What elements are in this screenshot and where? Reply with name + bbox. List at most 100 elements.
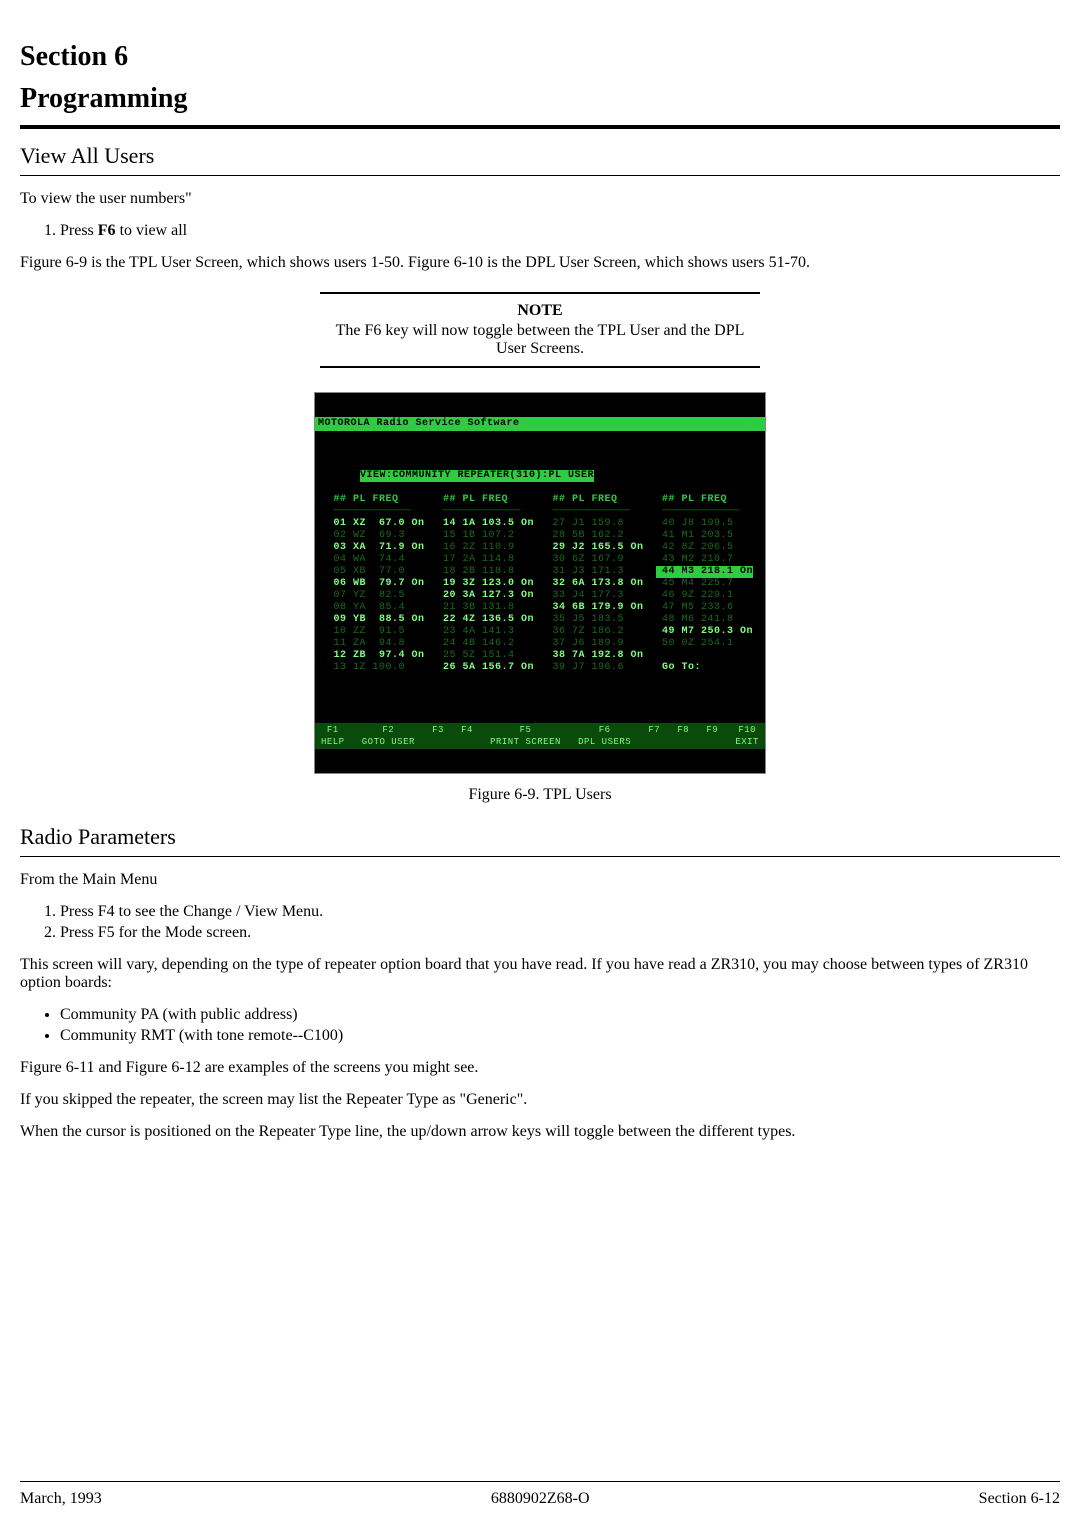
terminal-row: 13 1Z 100.0 xyxy=(327,662,425,674)
terminal-row: 17 2A 114.8 xyxy=(436,554,534,566)
terminal-row: 24 4B 146.2 xyxy=(436,638,534,650)
terminal-row: 03 XA 71.9 On xyxy=(327,542,425,554)
terminal-column: ## PL FREQ ──────────── 27 J1 159.8 28 5… xyxy=(540,494,650,674)
section-title-line2: Programming xyxy=(20,82,1060,116)
terminal-col-header: ## PL FREQ xyxy=(436,494,534,506)
terminal-row: 47 M5 233.6 xyxy=(656,602,754,614)
terminal-col-header: ## PL FREQ xyxy=(546,494,644,506)
terminal-row: 29 J2 165.5 On xyxy=(546,542,644,554)
footer-right: Section 6-12 xyxy=(979,1490,1060,1508)
func-key-f8: F8 xyxy=(677,724,689,748)
terminal-row: 11 ZA 94.8 xyxy=(327,638,425,650)
terminal-row: 49 M7 250.3 On xyxy=(656,626,754,638)
radio-para1: This screen will vary, depending on the … xyxy=(20,956,1060,992)
terminal-row: 44 M3 218.1 On xyxy=(656,566,754,578)
view-users-intro: To view the user numbers" xyxy=(20,190,1060,208)
terminal-column: ## PL FREQ ──────────── 14 1A 103.5 On 1… xyxy=(430,494,540,674)
terminal-row: 42 8Z 206.5 xyxy=(656,542,754,554)
terminal-row: 15 1B 107.2 xyxy=(436,530,534,542)
footer-center: 6880902Z68-O xyxy=(491,1490,590,1508)
func-key-f3: F3 xyxy=(432,724,444,748)
terminal-row: 35 J5 183.5 xyxy=(546,614,644,626)
terminal-row: 43 M2 210.7 xyxy=(656,554,754,566)
terminal-row: 40 J8 199.5 xyxy=(656,518,754,530)
radio-cursor: When the cursor is positioned on the Rep… xyxy=(20,1123,1060,1141)
heading-view-all-users: View All Users xyxy=(20,143,1060,169)
step-press-f5: Press F5 for the Mode screen. xyxy=(60,924,1060,942)
rule-thin-2 xyxy=(20,856,1060,857)
radio-examples: Figure 6-11 and Figure 6-12 are examples… xyxy=(20,1059,1060,1077)
terminal-row: 31 J3 171.3 xyxy=(546,566,644,578)
terminal-row: 27 J1 159.8 xyxy=(546,518,644,530)
terminal-row: 33 J4 177.3 xyxy=(546,590,644,602)
func-key-f5: F5 PRINT SCREEN xyxy=(490,724,561,748)
terminal-row: 16 2Z 110.9 xyxy=(436,542,534,554)
bullet-community-pa: Community PA (with public address) xyxy=(60,1006,1060,1024)
terminal-row: 41 M1 203.5 xyxy=(656,530,754,542)
terminal-col-header: ## PL FREQ xyxy=(656,494,754,506)
terminal-row: 45 M4 225.7 xyxy=(656,578,754,590)
rule-heavy xyxy=(20,125,1060,129)
terminal-row: 48 M6 241.8 xyxy=(656,614,754,626)
terminal-row: 02 WZ 69.3 xyxy=(327,530,425,542)
terminal-row: 25 5Z 151.4 xyxy=(436,650,534,662)
terminal-goto-label: Go To: xyxy=(656,662,754,674)
terminal-row: 09 YB 88.5 On xyxy=(327,614,425,626)
func-key-f10: F10 EXIT xyxy=(735,724,759,748)
terminal-row: 12 ZB 97.4 On xyxy=(327,650,425,662)
step-press-f4: Press F4 to see the Change / View Menu. xyxy=(60,903,1060,921)
section-title-line1: Section 6 xyxy=(20,40,1060,74)
terminal-row: 07 YZ 82.5 xyxy=(327,590,425,602)
terminal-col-header: ## PL FREQ xyxy=(327,494,425,506)
radio-skipped: If you skipped the repeater, the screen … xyxy=(20,1091,1060,1109)
terminal-row: 28 5B 162.2 xyxy=(546,530,644,542)
func-key-f1: F1 HELP xyxy=(321,724,345,748)
func-key-f2: F2 GOTO USER xyxy=(362,724,415,748)
terminal-row: 38 7A 192.8 On xyxy=(546,650,644,662)
terminal-row: 10 ZZ 91.5 xyxy=(327,626,425,638)
note-rule-top xyxy=(320,292,760,294)
terminal-subheader: VIEW:COMMUNITY REPEATER(310):PL USER xyxy=(360,470,594,482)
terminal-row: 19 3Z 123.0 On xyxy=(436,578,534,590)
bullet-community-rmt: Community RMT (with tone remote--C100) xyxy=(60,1027,1060,1045)
terminal-row: 21 3B 131.8 xyxy=(436,602,534,614)
heading-radio-parameters: Radio Parameters xyxy=(20,824,1060,850)
terminal-row: 08 YA 85.4 xyxy=(327,602,425,614)
terminal-row: 20 3A 127.3 On xyxy=(436,590,534,602)
step-press-f6: Press F6 to view all xyxy=(60,222,1060,240)
terminal-row: 18 2B 118.8 xyxy=(436,566,534,578)
terminal-row: 37 J6 189.9 xyxy=(546,638,644,650)
bold-f6: F6 xyxy=(98,222,116,239)
note-box: NOTE The F6 key will now toggle between … xyxy=(320,292,760,368)
terminal-row: 50 0Z 254.1 xyxy=(656,638,754,650)
terminal-funcbar: F1 HELP F2 GOTO USER F3 F4 F5 PRINT SCREEN… xyxy=(315,723,765,749)
note-title: NOTE xyxy=(320,302,760,320)
func-key-f7: F7 xyxy=(648,724,660,748)
func-key-f9: F9 xyxy=(706,724,718,748)
terminal-row: 32 6A 173.8 On xyxy=(546,578,644,590)
terminal-row: 22 4Z 136.5 On xyxy=(436,614,534,626)
figure-caption: Figure 6-9. TPL Users xyxy=(20,786,1060,804)
rule-thin-1 xyxy=(20,175,1060,176)
footer-left: March, 1993 xyxy=(20,1490,102,1508)
terminal-screenshot: MOTOROLA Radio Service Software VIEW:COM… xyxy=(314,392,766,774)
terminal-column: ## PL FREQ ──────────── 01 XZ 67.0 On 02… xyxy=(321,494,431,674)
terminal-row: 06 WB 79.7 On xyxy=(327,578,425,590)
page-footer: March, 1993 6880902Z68-O Section 6-12 xyxy=(20,1481,1060,1508)
terminal-row: 14 1A 103.5 On xyxy=(436,518,534,530)
terminal-row: 34 6B 179.9 On xyxy=(546,602,644,614)
terminal-row: 26 5A 156.7 On xyxy=(436,662,534,674)
terminal-row: 39 J7 196.6 xyxy=(546,662,644,674)
terminal-row: 36 7Z 186.2 xyxy=(546,626,644,638)
terminal-row: 30 6Z 167.9 xyxy=(546,554,644,566)
terminal-row: 04 WA 74.4 xyxy=(327,554,425,566)
note-body: The F6 key will now toggle between the T… xyxy=(320,322,760,358)
terminal-column: ## PL FREQ ──────────── 40 J8 199.5 41 M… xyxy=(650,494,760,674)
terminal-titlebar: MOTOROLA Radio Service Software xyxy=(315,417,765,431)
terminal-row: 46 9Z 229.1 xyxy=(656,590,754,602)
terminal-row: 01 XZ 67.0 On xyxy=(327,518,425,530)
terminal-row: 23 4A 141.3 xyxy=(436,626,534,638)
figure-sentence: Figure 6-9 is the TPL User Screen, which… xyxy=(20,254,1060,272)
radio-intro: From the Main Menu xyxy=(20,871,1060,889)
func-key-f4: F4 xyxy=(461,724,473,748)
